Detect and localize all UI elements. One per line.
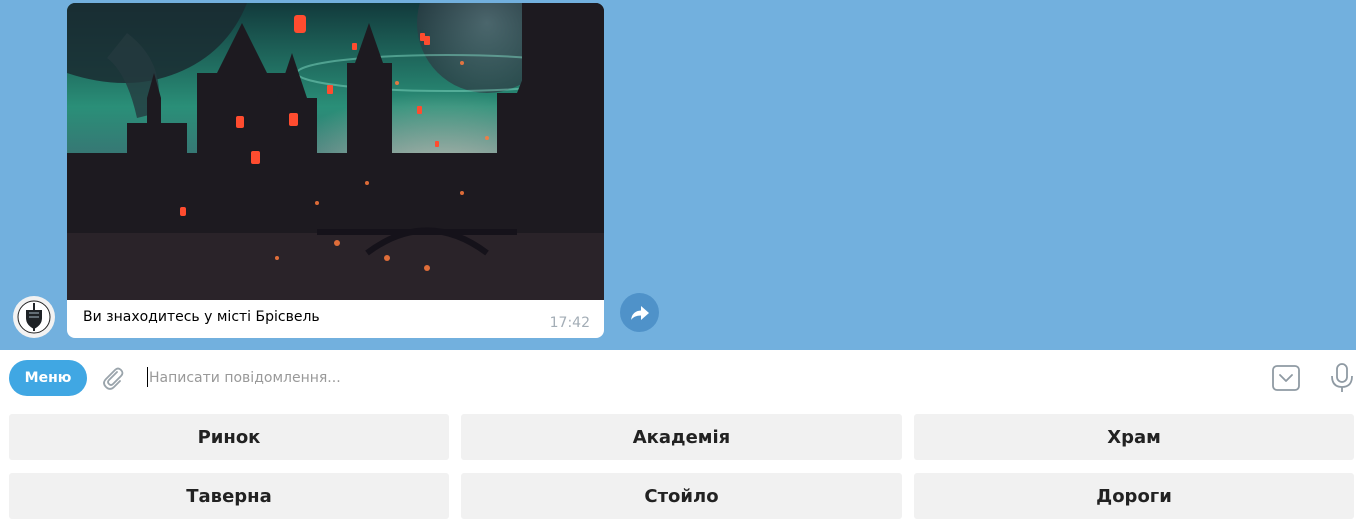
keyboard-button-market[interactable]: Ринок: [9, 414, 449, 460]
reply-keyboard: Ринок Академія Храм Таверна Стойло Дорог…: [0, 406, 1356, 525]
menu-button[interactable]: Меню: [9, 360, 87, 396]
microphone-icon[interactable]: [1328, 362, 1356, 394]
chat-area: Ви знаходитесь у місті Брісвель 17:42: [0, 0, 1356, 350]
forward-button[interactable]: [620, 293, 659, 332]
message-photo[interactable]: [67, 3, 604, 300]
message-input-bar: Меню: [0, 350, 1356, 406]
message-input[interactable]: [149, 362, 1149, 394]
message-caption: Ви знаходитесь у місті Брісвель: [83, 309, 320, 325]
keyboard-button-tavern[interactable]: Таверна: [9, 473, 449, 519]
keyboard-button-temple[interactable]: Храм: [914, 414, 1354, 460]
keyboard-toggle-icon[interactable]: [1271, 363, 1301, 393]
keyboard-button-roads[interactable]: Дороги: [914, 473, 1354, 519]
keyboard-button-stable[interactable]: Стойло: [461, 473, 902, 519]
message-bubble: Ви знаходитесь у місті Брісвель 17:42: [67, 3, 604, 338]
message-time: 17:42: [549, 315, 590, 331]
text-caret: [147, 367, 148, 387]
paperclip-icon[interactable]: [99, 364, 127, 392]
keyboard-button-academy[interactable]: Академія: [461, 414, 902, 460]
bot-avatar-icon[interactable]: [13, 296, 55, 338]
forward-icon: [630, 305, 649, 320]
